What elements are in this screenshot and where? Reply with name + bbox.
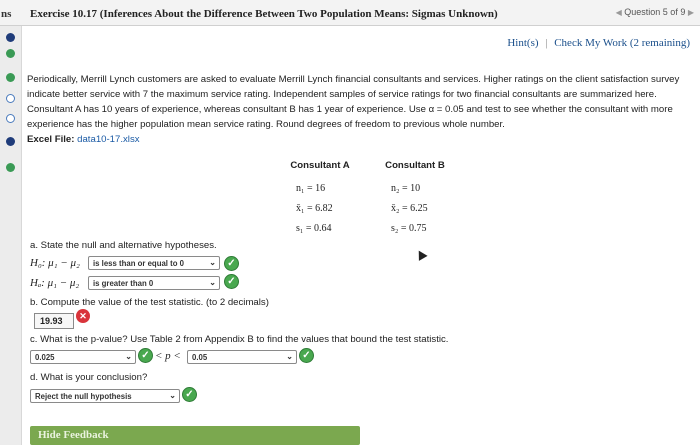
prompt-line: Periodically, Merrill Lynch customers ar… xyxy=(27,74,680,85)
consultant-b-header: Consultant B xyxy=(385,160,445,171)
p-value-upper-value: 0.05 xyxy=(192,353,208,362)
chevron-down-icon: ⌄ xyxy=(286,352,293,361)
sample-sd-b: s₂ = 0.75 xyxy=(391,223,427,234)
chevron-down-icon: ⌄ xyxy=(125,352,132,361)
conclusion-value: Reject the null hypothesis xyxy=(35,392,132,401)
correct-check-icon: ✓ xyxy=(299,348,314,363)
progress-ring-icon[interactable] xyxy=(6,114,15,123)
p-value-lower-value: 0.025 xyxy=(35,353,55,362)
problem-statement: Periodically, Merrill Lynch customers ar… xyxy=(27,72,692,132)
question-navigator[interactable]: ◀ Question 5 of 9 ▶ xyxy=(616,7,694,17)
p-value-inequality: < p < xyxy=(155,350,181,362)
alternative-hypothesis-select[interactable]: is greater than 0 ⌄ xyxy=(88,276,220,290)
hide-feedback-button[interactable]: Hide Feedback xyxy=(30,426,360,445)
progress-dot-icon[interactable] xyxy=(6,49,15,58)
p-value-upper-select[interactable]: 0.05 ⌄ xyxy=(187,350,297,364)
hide-feedback-label: Hide Feedback xyxy=(38,429,109,441)
exercise-title: Exercise 10.17 (Inferences About the Dif… xyxy=(30,8,498,20)
excel-file-label: Excel File: xyxy=(27,134,75,145)
prompt-line: Consultant A has 10 years of experience,… xyxy=(27,104,673,115)
consultant-a-header: Consultant A xyxy=(290,160,350,171)
incorrect-x-icon: ✕ xyxy=(76,309,90,323)
test-statistic-answer[interactable]: 19.93 xyxy=(34,313,74,329)
question-counter: Question 5 of 9 xyxy=(624,7,686,17)
link-separator: | xyxy=(545,37,548,49)
hints-link[interactable]: Hint(s) xyxy=(507,37,538,49)
p-value-lower-select[interactable]: 0.025 ⌄ xyxy=(30,350,136,364)
null-hypothesis-select[interactable]: is less than or equal to 0 ⌄ xyxy=(88,256,220,270)
chevron-down-icon: ⌄ xyxy=(209,258,216,267)
question-progress-rail xyxy=(0,26,22,445)
correct-check-icon: ✓ xyxy=(224,256,239,271)
correct-check-icon: ✓ xyxy=(224,274,239,289)
help-links: Hint(s) | Check My Work (2 remaining) xyxy=(507,37,690,49)
null-hypothesis-label: H₀: μ₁ − μ₂ xyxy=(30,257,80,269)
progress-ring-icon[interactable] xyxy=(6,94,15,103)
sample-sd-a: s₁ = 0.64 xyxy=(296,223,332,234)
mouse-cursor-icon xyxy=(414,248,428,261)
prompt-line: indicate better service with 7 the maxim… xyxy=(27,89,657,100)
excel-file-line: Excel File: data10-17.xlsx xyxy=(27,134,140,145)
consultant-b-column: Consultant B n₂ = 10 x̄₂ = 6.25 s₂ = 0.7… xyxy=(375,160,465,234)
title-bar: ns Exercise 10.17 (Inferences About the … xyxy=(0,0,700,26)
alternative-hypothesis-label: Hₐ: μ₁ − μ₂ xyxy=(30,277,80,289)
sample-mean-b: x̄₂ = 6.25 xyxy=(391,203,428,214)
part-b-label: b. Compute the value of the test statist… xyxy=(30,297,269,308)
correct-check-icon: ✓ xyxy=(138,348,153,363)
null-hypothesis-value: is less than or equal to 0 xyxy=(93,259,184,268)
chevron-down-icon: ⌄ xyxy=(209,278,216,287)
progress-dot-icon[interactable] xyxy=(6,33,15,42)
sample-size-a: n₁ = 16 xyxy=(296,183,326,194)
chevron-down-icon: ⌄ xyxy=(169,391,176,400)
sample-size-b: n₂ = 10 xyxy=(391,183,421,194)
conclusion-select[interactable]: Reject the null hypothesis ⌄ xyxy=(30,389,180,403)
next-question-icon[interactable]: ▶ xyxy=(688,8,694,17)
part-d-label: d. What is your conclusion? xyxy=(30,372,148,383)
alternative-hypothesis-value: is greater than 0 xyxy=(93,279,154,288)
progress-dot-icon[interactable] xyxy=(6,73,15,82)
sample-mean-a: x̄₁ = 6.82 xyxy=(296,203,333,214)
check-my-work-link[interactable]: Check My Work (2 remaining) xyxy=(554,37,690,49)
correct-check-icon: ✓ xyxy=(182,387,197,402)
excel-file-link[interactable]: data10-17.xlsx xyxy=(77,134,139,145)
prev-question-icon[interactable]: ◀ xyxy=(616,8,622,17)
prompt-line: experience has the higher population mea… xyxy=(27,119,505,130)
consultant-a-column: Consultant A n₁ = 16 x̄₁ = 6.82 s₁ = 0.6… xyxy=(280,160,370,234)
truncated-tab-text: ns xyxy=(1,8,12,20)
part-a-label: a. State the null and alternative hypoth… xyxy=(30,240,217,251)
progress-dot-icon[interactable] xyxy=(6,137,15,146)
part-c-label: c. What is the p-value? Use Table 2 from… xyxy=(30,334,449,345)
progress-dot-icon[interactable] xyxy=(6,163,15,172)
